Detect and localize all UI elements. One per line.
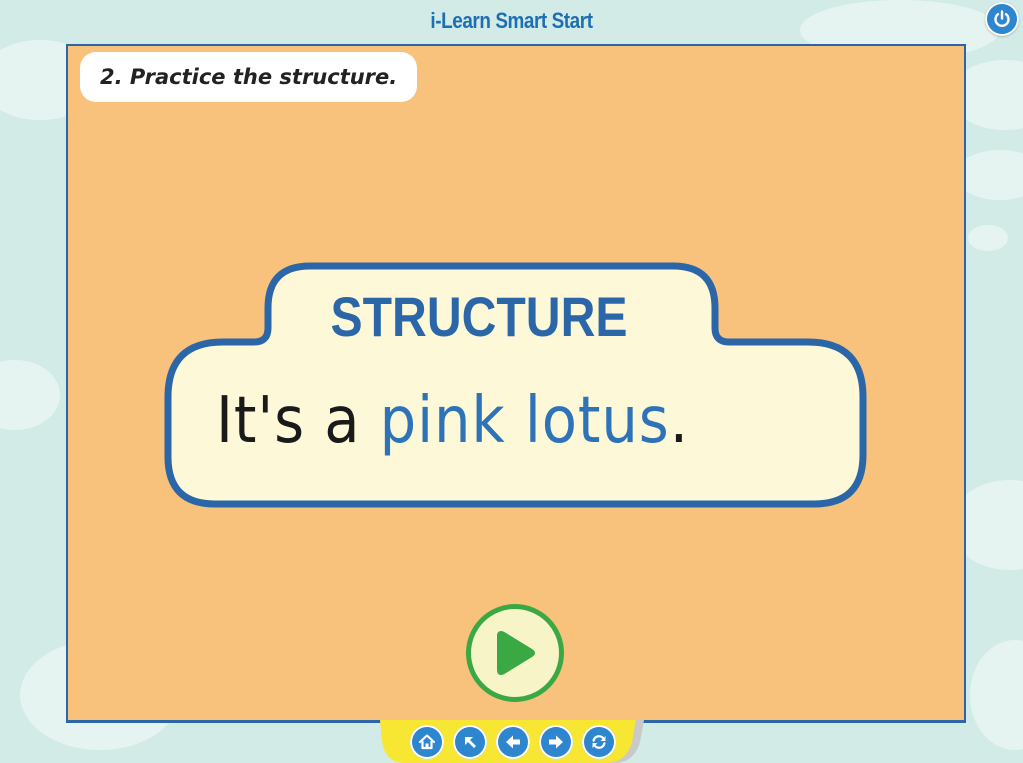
refresh-icon <box>592 735 606 749</box>
power-button[interactable] <box>985 2 1019 36</box>
back-to-menu-button[interactable] <box>453 725 487 759</box>
structure-heading: STRUCTURE <box>330 285 628 348</box>
instruction-text: 2. Practice the structure. <box>100 65 398 89</box>
instruction-label: 2. Practice the structure. <box>80 52 418 102</box>
home-button[interactable] <box>410 725 444 759</box>
background-cloud <box>970 640 1023 750</box>
background-cloud <box>968 225 1008 251</box>
home-icon <box>418 734 436 750</box>
sentence-prefix: It's a <box>216 384 380 458</box>
arrow-right-icon <box>549 735 563 749</box>
lesson-stage: 2. Practice the structure. STRUCTURE It'… <box>66 44 966 723</box>
next-button[interactable] <box>539 725 573 759</box>
play-button[interactable] <box>466 604 564 702</box>
power-icon <box>994 10 1010 28</box>
arrow-up-left-icon <box>465 737 476 748</box>
navigation-bar <box>378 720 644 763</box>
play-icon <box>497 631 535 675</box>
previous-button[interactable] <box>496 725 530 759</box>
structure-sentence: It's a pink lotus. <box>216 384 689 458</box>
sentence-suffix: . <box>669 384 689 458</box>
app-title: i-Learn Smart Start <box>430 8 593 33</box>
sentence-highlight: pink lotus <box>379 384 670 458</box>
replay-button[interactable] <box>582 725 616 759</box>
background-cloud <box>0 360 60 430</box>
arrow-left-icon <box>506 735 520 749</box>
